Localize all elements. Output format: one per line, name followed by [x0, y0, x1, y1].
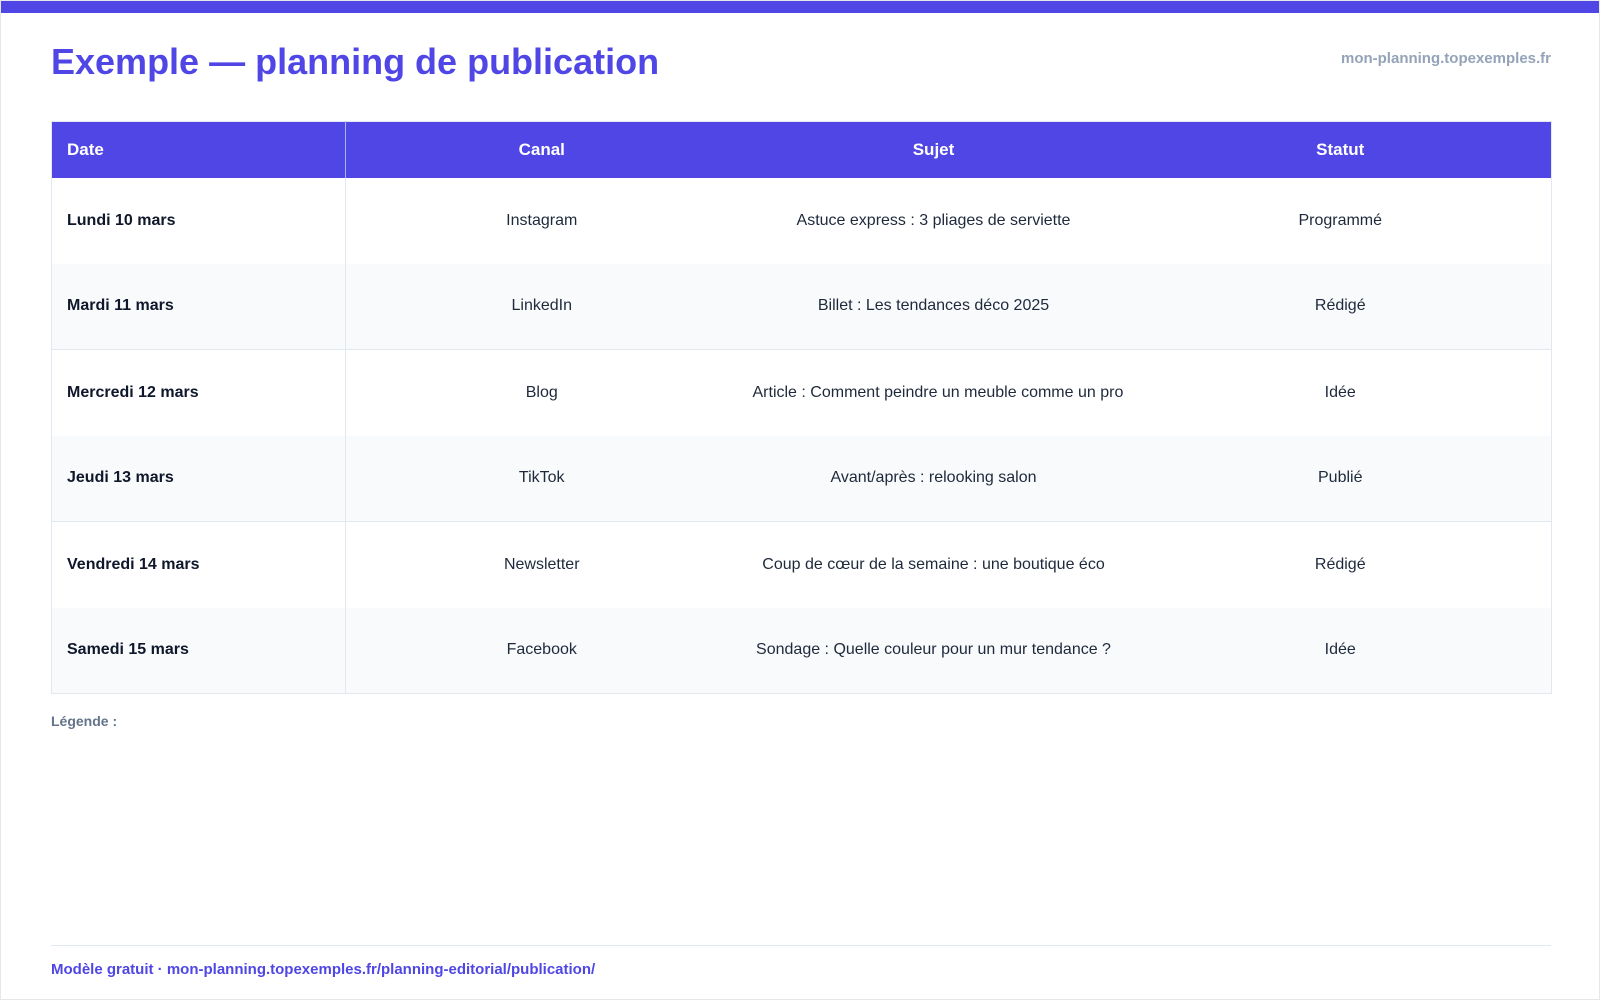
table-row: Samedi 15 mars Facebook Sondage : Quelle… [51, 607, 1552, 694]
cell-statut: Publié [1129, 435, 1552, 522]
page-title: Exemple — planning de publication [51, 41, 660, 82]
cell-statut: Rédigé [1129, 263, 1552, 350]
cell-sujet: Astuce express : 3 pliages de serviette [796, 211, 1071, 229]
legend-label: Légende : [51, 713, 118, 729]
table-row: Lundi 10 mars Instagram Astuce express :… [51, 177, 1552, 264]
column-header-date: Date [51, 121, 346, 178]
cell-sujet: Avant/après : relooking salon [737, 435, 1130, 522]
cell-date: Samedi 15 mars [51, 607, 346, 694]
table-row: Mardi 11 mars LinkedIn Billet : Les tend… [51, 263, 1552, 350]
cell-sujet: Billet : Les tendances déco 2025 [737, 263, 1130, 350]
footer-link[interactable]: Modèle gratuit · mon-planning.topexemple… [51, 961, 595, 978]
column-header-canal: Canal [345, 121, 738, 178]
cell-date: Lundi 10 mars [51, 177, 346, 264]
cell-statut: Rédigé [1314, 555, 1366, 573]
table-row: Vendredi 14 mars Newsletter Coup de cœur… [51, 521, 1552, 608]
page-header: Exemple — planning de publication mon-pl… [51, 39, 1551, 89]
publication-schedule-table: Date Canal Sujet Statut Lundi 10 mars In… [51, 121, 1552, 694]
cell-sujet: Coup de cœur de la semaine : une boutiqu… [762, 555, 1105, 573]
cell-canal: Facebook [345, 607, 738, 694]
cell-canal: TikTok [345, 435, 738, 522]
cell-sujet: Sondage : Quelle couleur pour un mur ten… [737, 607, 1130, 694]
column-header-statut: Statut [1129, 121, 1552, 178]
table-header-row: Date Canal Sujet Statut [51, 121, 1552, 178]
cell-statut: Programmé [1298, 211, 1383, 229]
cell-canal: Instagram [506, 211, 578, 229]
cell-canal: LinkedIn [345, 263, 738, 350]
cell-date: Jeudi 13 mars [51, 435, 346, 522]
cell-canal: Newsletter [503, 555, 580, 573]
top-accent-bar [1, 1, 1599, 13]
cell-date: Mercredi 12 mars [51, 349, 346, 436]
cell-date: Vendredi 14 mars [51, 521, 346, 608]
cell-statut: Idée [1324, 383, 1356, 401]
cell-sujet: Article : Comment peindre un meuble comm… [752, 383, 1124, 401]
table-row: Mercredi 12 mars Blog Article : Comment … [51, 349, 1552, 436]
footer-divider [51, 945, 1551, 946]
cell-date: Mardi 11 mars [51, 263, 346, 350]
cell-canal: Blog [525, 383, 558, 401]
cell-statut: Idée [1129, 607, 1552, 694]
table-row: Jeudi 13 mars TikTok Avant/après : reloo… [51, 435, 1552, 522]
site-url: mon-planning.topexemples.fr [1340, 50, 1551, 67]
column-header-sujet: Sujet [737, 121, 1130, 178]
